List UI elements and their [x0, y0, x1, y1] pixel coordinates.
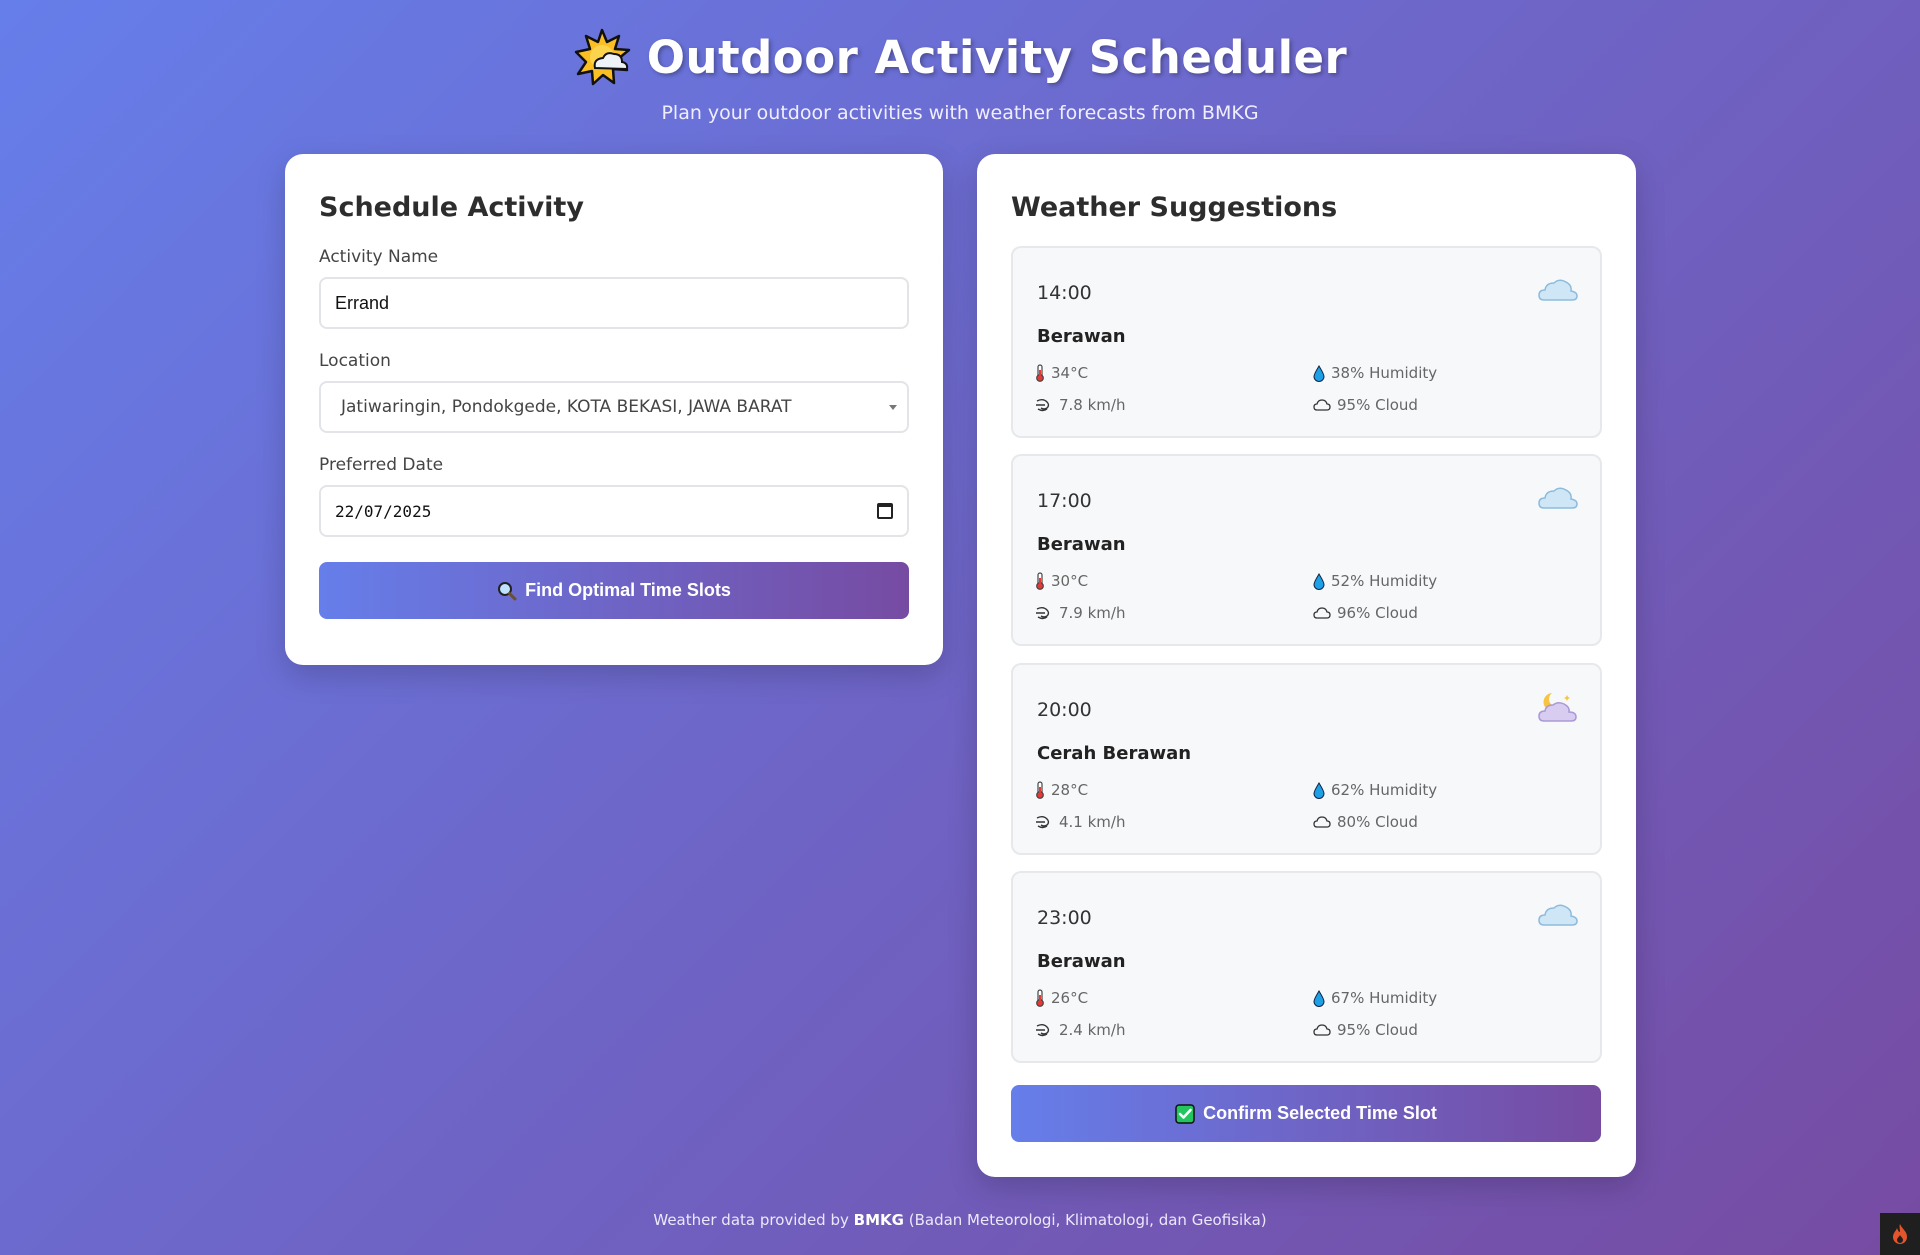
- cloud-icon: [1538, 904, 1578, 926]
- slot-humidity: 38% Humidity: [1313, 364, 1437, 382]
- chevron-down-icon: [889, 405, 897, 410]
- wind-icon: [1036, 816, 1050, 829]
- moon-cloud-icon: [1538, 693, 1577, 722]
- page-title: Outdoor Activity Scheduler: [646, 30, 1348, 84]
- slot-condition: Cerah Berawan: [1037, 743, 1192, 764]
- slot-humidity: 52% Humidity: [1313, 572, 1437, 590]
- weather-heading: Weather Suggestions: [1011, 192, 1338, 223]
- temperature-value: 28°C: [1051, 781, 1089, 799]
- cloud-icon: [1538, 487, 1578, 509]
- slot-condition: Berawan: [1037, 326, 1126, 347]
- slot-condition: Berawan: [1037, 951, 1126, 972]
- magnifier-icon: [498, 581, 517, 600]
- wind-value: 2.4 km/h: [1059, 1021, 1126, 1039]
- confirm-time-slot-button[interactable]: Confirm Selected Time Slot: [1011, 1085, 1601, 1142]
- confirm-button-label: Confirm Selected Time Slot: [1203, 1103, 1437, 1123]
- slot-time: 20:00: [1037, 699, 1092, 721]
- footer-brand: BMKG: [853, 1211, 904, 1229]
- thermometer-icon: [1036, 781, 1044, 799]
- slot-cloud: 95% Cloud: [1313, 1021, 1418, 1039]
- slot-temperature: 34°C: [1035, 364, 1088, 382]
- wind-icon: [1036, 607, 1050, 620]
- temperature-value: 30°C: [1051, 572, 1089, 590]
- cloud-outline-icon: [1313, 399, 1331, 411]
- slot-humidity: 62% Humidity: [1313, 781, 1437, 799]
- page-footer: Weather data provided by BMKG (Badan Met…: [0, 1211, 1920, 1229]
- thermometer-icon: [1036, 989, 1044, 1007]
- temperature-value: 26°C: [1051, 989, 1089, 1007]
- slot-wind: 4.1 km/h: [1035, 813, 1125, 831]
- check-mark-icon: [1175, 1103, 1195, 1124]
- find-button-label: Find Optimal Time Slots: [525, 580, 731, 600]
- thermometer-icon: [1036, 364, 1044, 382]
- droplet-icon: [1313, 781, 1325, 799]
- slot-wind: 7.9 km/h: [1035, 604, 1125, 622]
- droplet-icon: [1313, 989, 1325, 1007]
- sun-behind-cloud-icon: [573, 28, 631, 86]
- slot-time: 17:00: [1037, 490, 1092, 512]
- slot-humidity: 67% Humidity: [1313, 989, 1437, 1007]
- time-slot-card[interactable]: 17:00 Berawan 30°C 52% Humidity 7.9 km/h…: [1011, 454, 1602, 646]
- humidity-value: 67% Humidity: [1331, 989, 1438, 1007]
- wind-icon: [1036, 1024, 1050, 1037]
- location-value: Jatiwaringin, Pondokgede, KOTA BEKASI, J…: [341, 397, 792, 417]
- time-slot-card[interactable]: 14:00 Berawan 34°C 38% Humidity 7.8 km/h…: [1011, 246, 1602, 438]
- slot-wind: 7.8 km/h: [1035, 396, 1125, 414]
- wind-value: 4.1 km/h: [1059, 813, 1126, 831]
- slot-cloud: 95% Cloud: [1313, 396, 1418, 414]
- activity-name-label: Activity Name: [319, 247, 439, 267]
- cloud-icon: [1538, 279, 1578, 301]
- weather-suggestions-card: Weather Suggestions 14:00 Berawan 34°C 3…: [977, 154, 1636, 1177]
- time-slot-card[interactable]: 20:00 Cerah Berawan 28°C 62% Humidity 4.…: [1011, 663, 1602, 855]
- page-subtitle: Plan your outdoor activities with weathe…: [661, 102, 1259, 124]
- page-header: Outdoor Activity Scheduler Plan your out…: [0, 0, 1920, 124]
- thermometer-icon: [1036, 572, 1044, 590]
- temperature-value: 34°C: [1051, 364, 1089, 382]
- preferred-date-value: 22/07/2025: [335, 501, 432, 521]
- wind-value: 7.9 km/h: [1059, 604, 1126, 622]
- slot-wind: 2.4 km/h: [1035, 1021, 1125, 1039]
- wind-value: 7.8 km/h: [1059, 396, 1126, 414]
- cloud-value: 95% Cloud: [1337, 1021, 1418, 1039]
- slot-time: 23:00: [1037, 907, 1092, 929]
- preferred-date-input[interactable]: 22/07/2025: [319, 485, 909, 537]
- footer-prefix: Weather data provided by: [653, 1211, 849, 1229]
- slot-cloud: 96% Cloud: [1313, 604, 1418, 622]
- cloud-value: 96% Cloud: [1337, 604, 1418, 622]
- slot-temperature: 30°C: [1035, 572, 1088, 590]
- droplet-icon: [1313, 364, 1325, 382]
- cloud-value: 80% Cloud: [1337, 813, 1418, 831]
- location-select[interactable]: Jatiwaringin, Pondokgede, KOTA BEKASI, J…: [319, 381, 909, 433]
- flame-icon: [1893, 1224, 1907, 1244]
- humidity-value: 52% Humidity: [1331, 572, 1438, 590]
- location-label: Location: [319, 351, 391, 371]
- corner-widget[interactable]: [1880, 1213, 1920, 1255]
- humidity-value: 62% Humidity: [1331, 781, 1438, 799]
- time-slot-card[interactable]: 23:00 Berawan 26°C 67% Humidity 2.4 km/h…: [1011, 871, 1602, 1063]
- slot-condition: Berawan: [1037, 534, 1126, 555]
- slot-time: 14:00: [1037, 282, 1092, 304]
- cloud-outline-icon: [1313, 607, 1331, 619]
- schedule-heading: Schedule Activity: [319, 192, 584, 223]
- cloud-outline-icon: [1313, 816, 1331, 828]
- slot-cloud: 80% Cloud: [1313, 813, 1418, 831]
- footer-suffix: (Badan Meteorologi, Klimatologi, dan Geo…: [908, 1211, 1267, 1229]
- humidity-value: 38% Humidity: [1331, 364, 1438, 382]
- title-row: Outdoor Activity Scheduler: [0, 28, 1920, 86]
- schedule-activity-card: Schedule Activity Activity Name Errand L…: [285, 154, 943, 665]
- cloud-value: 95% Cloud: [1337, 396, 1418, 414]
- wind-icon: [1036, 399, 1050, 412]
- calendar-icon[interactable]: [877, 503, 893, 519]
- activity-name-value: Errand: [335, 292, 390, 313]
- slot-temperature: 28°C: [1035, 781, 1088, 799]
- find-optimal-time-slots-button[interactable]: Find Optimal Time Slots: [319, 562, 909, 619]
- cloud-outline-icon: [1313, 1024, 1331, 1036]
- preferred-date-label: Preferred Date: [319, 455, 444, 475]
- activity-name-input[interactable]: Errand: [319, 277, 909, 329]
- slot-temperature: 26°C: [1035, 989, 1088, 1007]
- droplet-icon: [1313, 572, 1325, 590]
